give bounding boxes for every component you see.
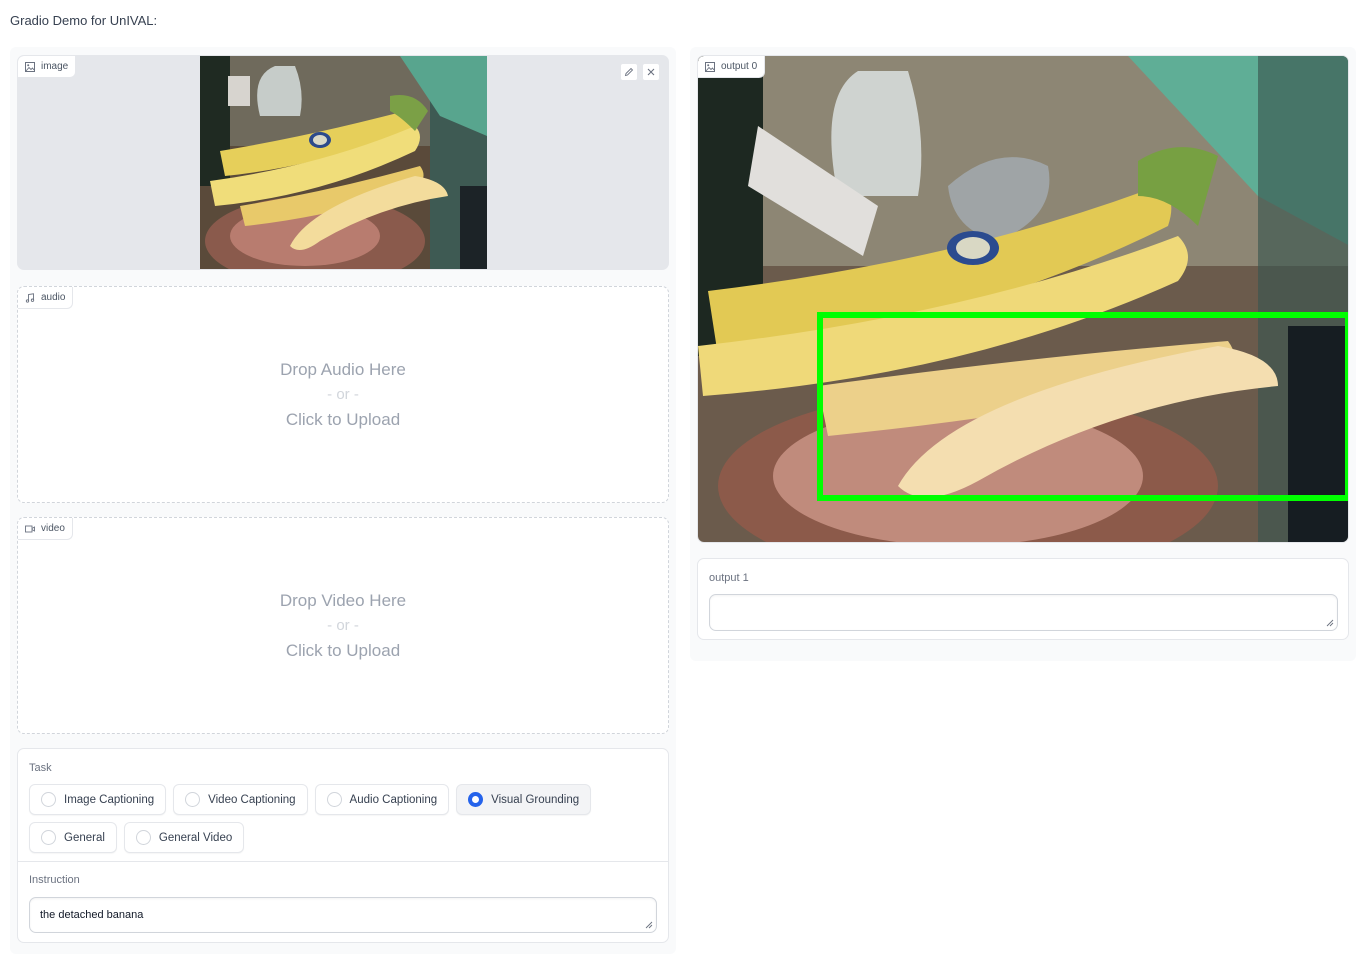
- task-radio-row-1: Image Captioning Video Captioning Audio …: [29, 784, 592, 815]
- edit-image-button[interactable]: [620, 63, 638, 81]
- page-title: Gradio Demo for UnIVAL:: [10, 13, 158, 28]
- task-option-visual-grounding[interactable]: Visual Grounding: [456, 784, 592, 815]
- form-divider: [18, 861, 668, 862]
- task-option-label: Image Captioning: [64, 793, 155, 806]
- close-icon: [647, 68, 655, 76]
- radio-button[interactable]: [185, 792, 201, 807]
- output-0-label: output 0: [721, 61, 758, 72]
- radio-button[interactable]: [326, 792, 342, 807]
- image-icon: [25, 61, 35, 72]
- audio-drop-text: Drop Audio Here - or - Click to Upload: [18, 357, 668, 432]
- video-dropzone[interactable]: video Drop Video Here - or - Click to Up…: [17, 517, 669, 734]
- instruction-value: the detached banana: [40, 909, 144, 921]
- audio-drop-title: Drop Audio Here: [280, 360, 406, 379]
- output-1-textarea[interactable]: [709, 594, 1338, 631]
- uploaded-photo: [200, 56, 487, 269]
- output-1-label: output 1: [709, 572, 749, 584]
- task-option-general-video[interactable]: General Video: [123, 822, 245, 853]
- output-0-label-chip: output 0: [698, 56, 766, 78]
- resize-grip-icon[interactable]: [645, 921, 653, 929]
- task-form-group: Task Image Captioning Video Captioning A…: [17, 748, 669, 943]
- task-option-image-captioning[interactable]: Image Captioning: [29, 784, 167, 815]
- task-option-label: Video Captioning: [208, 793, 296, 806]
- task-option-video-captioning[interactable]: Video Captioning: [173, 784, 308, 815]
- audio-dropzone[interactable]: audio Drop Audio Here - or - Click to Up…: [17, 286, 669, 503]
- video-drop-text: Drop Video Here - or - Click to Upload: [18, 588, 668, 663]
- video-label-chip: video: [18, 518, 73, 540]
- radio-button[interactable]: [41, 792, 56, 807]
- image-input[interactable]: image: [17, 55, 669, 270]
- video-drop-or: - or -: [327, 617, 359, 634]
- image-label-chip: image: [18, 56, 77, 78]
- audio-label: audio: [41, 292, 66, 303]
- task-option-label: Visual Grounding: [491, 793, 580, 806]
- image-toolbar: [620, 63, 660, 81]
- video-drop-title: Drop Video Here: [279, 591, 407, 610]
- video-click-upload[interactable]: Click to Upload: [18, 638, 668, 663]
- task-option-label: General Video: [158, 831, 233, 844]
- video-camera-icon: [25, 525, 35, 532]
- radio-button[interactable]: [135, 830, 151, 845]
- task-option-audio-captioning[interactable]: Audio Captioning: [314, 784, 450, 815]
- output-1-group: output 1: [697, 558, 1349, 640]
- input-column: image audio Drop Audio Here - or - Click…: [10, 47, 676, 954]
- resize-grip-icon[interactable]: [1326, 619, 1334, 627]
- task-option-label: Audio Captioning: [349, 793, 438, 806]
- task-option-label: General: [64, 831, 105, 844]
- music-note-icon: [25, 292, 35, 303]
- radio-button-selected[interactable]: [468, 792, 484, 807]
- video-label: video: [41, 523, 65, 534]
- output-photo: [698, 56, 1348, 542]
- instruction-textarea[interactable]: the detached banana: [29, 897, 657, 933]
- task-label: Task: [29, 762, 52, 774]
- task-radio-row-2: General General Video: [29, 822, 245, 853]
- audio-label-chip: audio: [18, 287, 74, 309]
- clear-image-button[interactable]: [642, 63, 660, 81]
- instruction-label: Instruction: [29, 874, 80, 886]
- image-icon: [705, 61, 715, 72]
- output-0-image: output 0: [697, 55, 1349, 543]
- audio-drop-or: - or -: [327, 386, 359, 403]
- image-label: image: [41, 61, 69, 72]
- pencil-icon: [624, 67, 634, 77]
- output-column: output 0 output 1: [690, 47, 1356, 661]
- radio-button[interactable]: [41, 830, 56, 845]
- task-option-general[interactable]: General: [29, 822, 117, 853]
- audio-click-upload[interactable]: Click to Upload: [18, 407, 668, 432]
